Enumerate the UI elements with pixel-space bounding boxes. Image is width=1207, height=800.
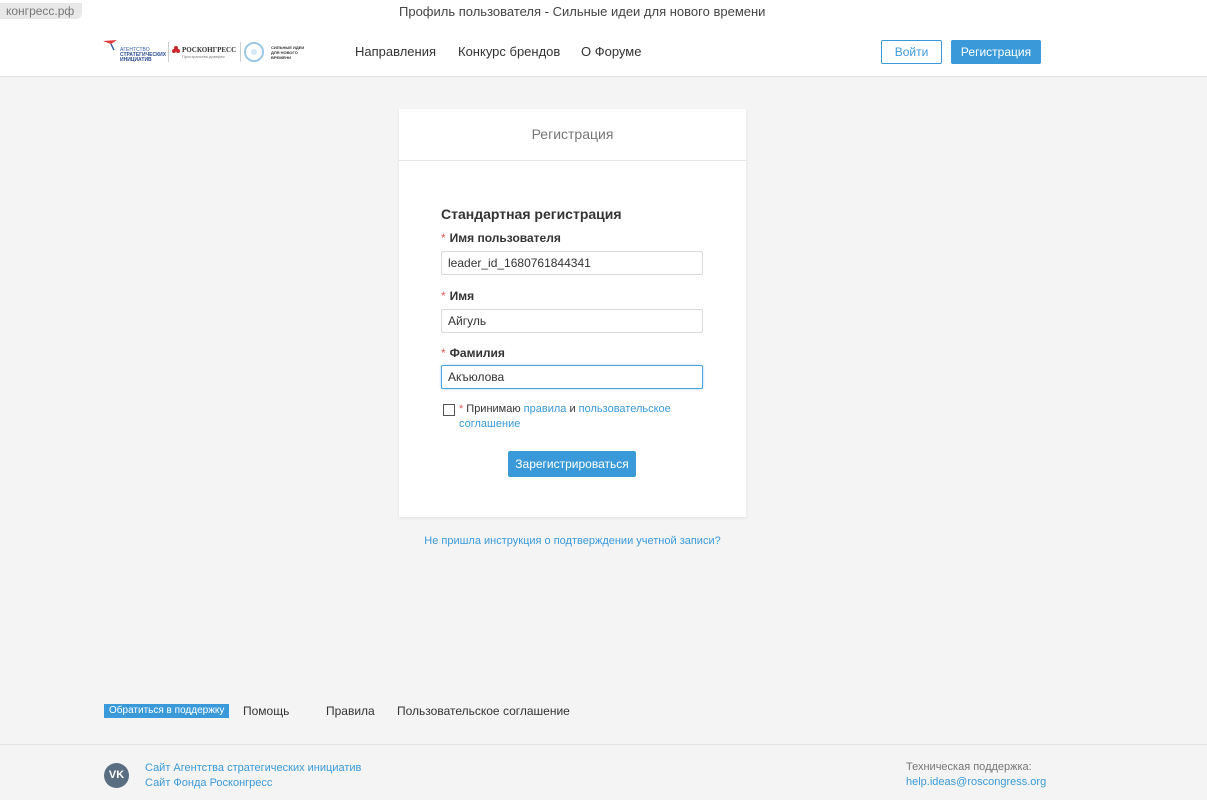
submit-register-button[interactable]: Зарегистрироваться xyxy=(508,451,636,477)
logo-divider xyxy=(240,42,241,62)
required-mark: * xyxy=(441,231,446,245)
footer-help-link[interactable]: Помощь xyxy=(243,704,289,718)
required-mark: * xyxy=(441,289,446,303)
footer-agreement-link[interactable]: Пользовательское соглашение xyxy=(397,704,570,718)
roscongress-name: РОСКОНГРЕСС xyxy=(182,46,237,54)
nav-brand-contest[interactable]: Конкурс брендов xyxy=(458,28,560,76)
vk-icon[interactable]: VK xyxy=(104,763,129,788)
site-header: АГЕНТСТВО СТРАТЕГИЧЕСКИХ ИНИЦИАТИВ РОСКО… xyxy=(0,28,1207,77)
site-footer: VK Сайт Агентства стратегических инициат… xyxy=(0,744,1207,800)
agree-prefix: Принимаю xyxy=(466,403,521,415)
agree-checkbox[interactable] xyxy=(443,404,455,416)
last-name-label-text: Фамилия xyxy=(449,346,505,360)
registration-card: Регистрация Стандартная регистрация * Имя… xyxy=(399,109,746,517)
logo-divider xyxy=(168,42,169,62)
rules-link[interactable]: правила xyxy=(524,403,567,415)
asi-logo-icon xyxy=(103,40,117,51)
first-name-label-text: Имя xyxy=(449,289,475,303)
asi-logo-line3: ИНИЦИАТИВ xyxy=(120,57,152,63)
strong-ideas-circle-icon xyxy=(244,42,264,62)
username-input[interactable] xyxy=(441,251,703,275)
first-name-label: * Имя xyxy=(441,289,474,303)
browser-tab[interactable]: конгресс.рф xyxy=(0,3,83,19)
contact-support-button[interactable]: Обратиться в поддержку xyxy=(104,704,230,718)
last-name-label: * Фамилия xyxy=(441,346,505,360)
required-mark: * xyxy=(441,346,446,360)
asi-site-link[interactable]: Сайт Агентства стратегических инициатив xyxy=(145,762,361,775)
form-title: Стандартная регистрация xyxy=(441,206,622,222)
roscongress-flower-icon xyxy=(172,46,180,53)
roscongress-logo[interactable]: РОСКОНГРЕСС Пространство доверия xyxy=(172,39,236,65)
nav-directions[interactable]: Направления xyxy=(355,28,436,76)
agree-and: и xyxy=(569,403,576,415)
roscongress-site-link[interactable]: Сайт Фонда Росконгресс xyxy=(145,777,272,790)
last-name-input[interactable] xyxy=(441,365,703,389)
tech-support-email-link[interactable]: help.ideas@roscongress.org xyxy=(906,776,1046,789)
roscongress-tagline: Пространство доверия xyxy=(182,54,225,59)
strong-ideas-line3: ВРЕМЕНИ xyxy=(271,55,291,60)
browser-page-title: Профиль пользователя - Сильные идеи для … xyxy=(399,4,766,19)
username-label: * Имя пользователя xyxy=(441,231,561,245)
login-button[interactable]: Войти xyxy=(881,40,942,64)
tech-support-label: Техническая поддержка: xyxy=(906,761,1032,773)
footer-rules-link[interactable]: Правила xyxy=(326,704,375,718)
asi-logo[interactable]: АГЕНТСТВО СТРАТЕГИЧЕСКИХ ИНИЦИАТИВ xyxy=(102,39,166,65)
first-name-input[interactable] xyxy=(441,309,703,333)
agree-text: * Принимаю правила и пользовательское сог… xyxy=(459,402,709,432)
required-mark: * xyxy=(459,403,464,415)
card-title: Регистрация xyxy=(399,109,746,161)
nav-about-forum[interactable]: О Форуме xyxy=(581,28,641,76)
browser-strip: конгресс.рф Профиль пользователя - Сильн… xyxy=(0,0,1207,28)
resend-confirmation-link[interactable]: Не пришла инструкция о подтверждении уче… xyxy=(399,535,746,548)
username-label-text: Имя пользователя xyxy=(449,231,561,245)
register-button[interactable]: Регистрация xyxy=(951,40,1041,64)
strong-ideas-logo[interactable]: СИЛЬНЫЕ ИДЕИ ДЛЯ НОВОГО ВРЕМЕНИ xyxy=(244,39,314,65)
